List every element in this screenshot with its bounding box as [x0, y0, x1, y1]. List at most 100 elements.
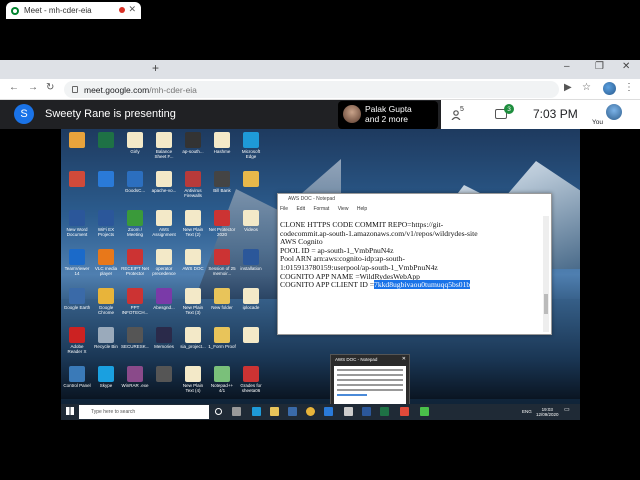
desktop-icon[interactable]: RECEIPT Net Protector: [121, 249, 149, 276]
preview-close-icon[interactable]: ✕: [402, 356, 406, 362]
close-window-button[interactable]: ✕: [622, 61, 630, 72]
desktop-icon[interactable]: VLC media player: [92, 249, 120, 276]
desktop-icon[interactable]: Control Panel: [63, 366, 91, 393]
reload-icon[interactable]: ↻: [46, 82, 54, 93]
profile-avatar[interactable]: [603, 82, 616, 95]
minimize-button[interactable]: –: [564, 61, 570, 72]
notepad-text-area[interactable]: CLONE HTTPS CODE COMMIT REPO=https://git…: [280, 220, 542, 290]
menu-file[interactable]: File: [280, 206, 288, 212]
language-indicator[interactable]: ENG: [522, 409, 532, 414]
back-arrow-icon[interactable]: ←: [9, 82, 19, 93]
desktop-icon[interactable]: Videos: [237, 210, 265, 237]
taskbar-search[interactable]: Type here to search: [79, 405, 209, 419]
mail-icon[interactable]: [324, 407, 333, 416]
desktop-icon[interactable]: [63, 132, 91, 159]
desktop-icon-label: New Plain Text (3): [182, 305, 204, 315]
desktop-icon[interactable]: 1_Form Proof: [208, 327, 236, 354]
desktop-icon[interactable]: [92, 132, 120, 159]
desktop-icon[interactable]: Microsoft Edge: [237, 132, 265, 159]
edge-icon[interactable]: [252, 407, 261, 416]
chrome-icon[interactable]: [306, 407, 315, 416]
powerpoint-icon[interactable]: [400, 407, 409, 416]
menu-format[interactable]: Format: [313, 206, 329, 212]
desktop-icon-label: Abesgnd...: [153, 305, 175, 310]
desktop-icon[interactable]: New Plain Text (2): [179, 210, 207, 237]
task-view-icon[interactable]: [232, 407, 241, 416]
desktop-icon[interactable]: iplocade: [237, 288, 265, 315]
desktop-icon[interactable]: [150, 366, 178, 393]
desktop-icon[interactable]: New Plain Text (4): [179, 366, 207, 393]
taskbar-clock[interactable]: 19:03 12/09/2020: [536, 407, 559, 417]
desktop-icon[interactable]: WiFi EX Projects: [92, 210, 120, 237]
browser-tab-meet[interactable]: Meet - mh-cder-eia ✕: [6, 2, 141, 19]
bookmark-star-icon[interactable]: ☆: [582, 82, 591, 93]
store-icon[interactable]: [288, 407, 297, 416]
desktop-icon[interactable]: Balance Sheet F...: [150, 132, 178, 159]
self-avatar[interactable]: [606, 104, 622, 120]
menu-help[interactable]: Help: [357, 206, 367, 212]
notepad-taskbar-icon[interactable]: [344, 407, 353, 416]
desktop-icon[interactable]: New Word Document: [63, 210, 91, 237]
desktop-icon[interactable]: [237, 327, 265, 354]
desktop-icon[interactable]: Google Chrome: [92, 288, 120, 315]
desktop-icon[interactable]: Abesgnd...: [150, 288, 178, 315]
restore-button[interactable]: ❐: [595, 61, 604, 72]
excel-icon[interactable]: [380, 407, 389, 416]
camera-icon[interactable]: ▶: [564, 82, 572, 93]
desktop-icon[interactable]: Notepad++ 4/1: [208, 366, 236, 393]
desktop-icon[interactable]: Girly: [121, 132, 149, 159]
notification-icon[interactable]: ▭: [564, 407, 570, 413]
menu-view[interactable]: View: [338, 206, 349, 212]
desktop-icon[interactable]: Hashme: [208, 132, 236, 159]
desktop-icon-image: [69, 171, 85, 187]
address-bar[interactable]: meet.google.com/mh-cder-eia: [64, 81, 559, 98]
forward-arrow-icon[interactable]: →: [28, 82, 38, 93]
desktop-icon[interactable]: Session of 25 memoir...: [208, 249, 236, 276]
desktop-icon[interactable]: Adobe Reader X: [63, 327, 91, 354]
desktop-icon[interactable]: ap-south...: [179, 132, 207, 159]
desktop-icon[interactable]: New folder: [208, 288, 236, 315]
desktop-icon[interactable]: Google Earth: [63, 288, 91, 315]
desktop-icon[interactable]: PPT INFOTECH...: [121, 288, 149, 315]
desktop-icon-image: [127, 366, 143, 382]
desktop-icon[interactable]: Memories: [150, 327, 178, 354]
notepad-title: AWS DOC - Notepad: [288, 196, 336, 202]
app-icon[interactable]: [420, 407, 429, 416]
word-icon[interactable]: [362, 407, 371, 416]
new-tab-button[interactable]: +: [152, 61, 159, 75]
windows-start-icon[interactable]: [66, 407, 74, 415]
desktop-icon[interactable]: AWS Assignment: [150, 210, 178, 237]
tab-close-icon[interactable]: ✕: [128, 4, 136, 15]
menu-edit[interactable]: Edit: [296, 206, 305, 212]
desktop-icon[interactable]: SECURESK...: [121, 327, 149, 354]
desktop-icon[interactable]: Antivirus Firewalls: [179, 171, 207, 198]
desktop-icon-image: [243, 132, 259, 148]
notepad-window[interactable]: AWS DOC - Notepad File Edit Format View …: [277, 193, 552, 335]
desktop-icon[interactable]: installation: [237, 249, 265, 276]
desktop-icon[interactable]: Zoom / Meeting: [121, 210, 149, 237]
desktop-icon-image: [98, 288, 114, 304]
desktop-icon[interactable]: [237, 171, 265, 198]
desktop-icon[interactable]: New Plain Text (3): [179, 288, 207, 315]
desktop-icon[interactable]: Grades for sheeta06: [237, 366, 265, 393]
menu-kebab-icon[interactable]: ⋮: [624, 82, 634, 93]
notepad-scrollbar[interactable]: [543, 216, 549, 332]
desktop-icon[interactable]: AWS DOC: [179, 249, 207, 276]
desktop-icon[interactable]: Skype: [92, 366, 120, 393]
desktop-icon[interactable]: Bill Bank: [208, 171, 236, 198]
desktop-icon[interactable]: sia_project...: [179, 327, 207, 354]
desktop-icon[interactable]: operator precedence: [150, 249, 178, 276]
desktop-icon[interactable]: GoodsC...: [121, 171, 149, 198]
desktop-icon[interactable]: Recycle Bin: [92, 327, 120, 354]
cortana-icon[interactable]: [215, 408, 222, 415]
desktop-icon[interactable]: WinRAR .exe: [121, 366, 149, 393]
taskbar-preview[interactable]: AWS DOC - Notepad ✕: [330, 354, 410, 406]
desktop-icon[interactable]: TeamViewer 14: [63, 249, 91, 276]
desktop-icon[interactable]: Net Protector 2020: [208, 210, 236, 237]
desktop-icon[interactable]: [63, 171, 91, 198]
desktop-icon[interactable]: [92, 171, 120, 198]
file-explorer-icon[interactable]: [270, 407, 279, 416]
scrollbar-thumb[interactable]: [544, 294, 548, 314]
participant-chip-text: Palak Gupta and 2 more: [365, 104, 412, 124]
desktop-icon[interactable]: apache-vo...: [150, 171, 178, 198]
